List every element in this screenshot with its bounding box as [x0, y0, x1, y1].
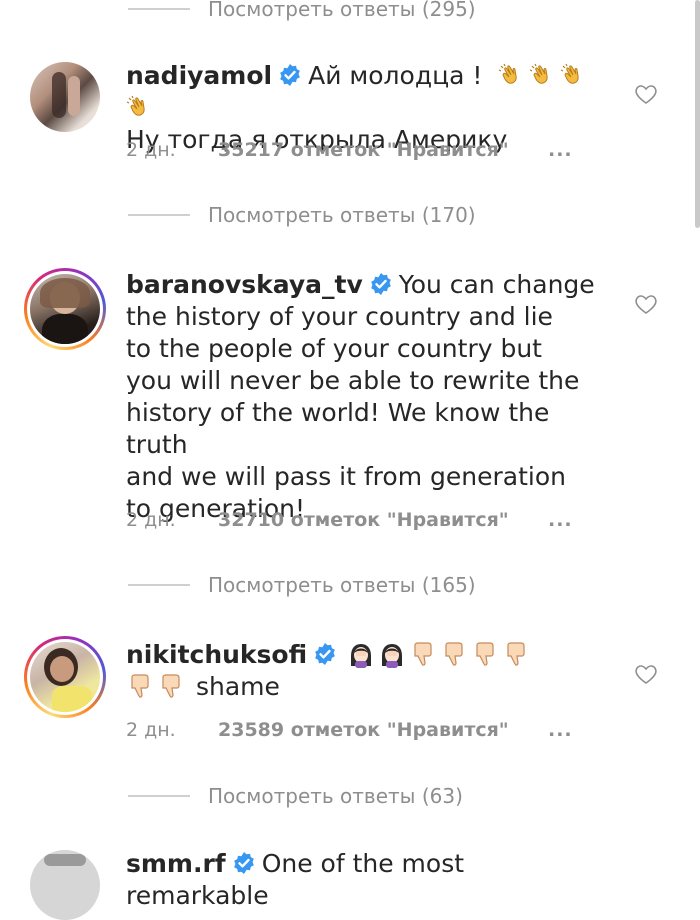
verified-badge-icon: [370, 273, 391, 295]
comment-text-line: Ай молодца !: [308, 61, 483, 90]
view-replies-link[interactable]: Посмотреть ответы (170): [128, 200, 476, 230]
comment-time: 2 дн.: [126, 719, 176, 741]
verified-badge-icon: [280, 64, 300, 86]
comment-meta: 2 дн. 23589 отметок "Нравится" ...: [126, 715, 573, 745]
comment-text-line: You can change: [398, 270, 595, 299]
avatar[interactable]: [30, 850, 100, 920]
comment-text-line: the history of your country and lie: [126, 302, 553, 331]
scrollbar[interactable]: [695, 0, 700, 228]
comment-body: baranovskaya_tv You can change the histor…: [126, 269, 606, 525]
comment-body: smm.rf One of the most remarkable: [126, 848, 606, 912]
comment-meta: 2 дн. 35217 отметок "Нравится" ...: [126, 135, 573, 165]
thumbs-down-icon: [131, 674, 149, 698]
thumbs-down-icon: [162, 674, 180, 698]
comment-body: nikitchuksofi shame: [126, 639, 606, 703]
thumbs-down-icon: [414, 642, 432, 666]
likes-count[interactable]: 35217 отметок "Нравится": [218, 139, 548, 161]
comment-text-line: you will never be able to rewrite the: [126, 366, 580, 395]
comment-text-line: history of the world! We know the truth: [126, 398, 550, 459]
view-replies-link[interactable]: Посмотреть ответы (295): [128, 0, 476, 24]
avatar[interactable]: [24, 268, 106, 350]
likes-count[interactable]: 32710 отметок "Нравится": [218, 509, 548, 531]
clapping-hands-icon: [126, 95, 145, 116]
likes-count[interactable]: 23589 отметок "Нравится": [218, 719, 548, 741]
heart-outline-icon[interactable]: [634, 662, 658, 686]
username[interactable]: nadiyamol: [126, 61, 272, 90]
divider: [128, 795, 190, 797]
more-options-button[interactable]: ...: [548, 139, 573, 161]
clapping-hands-icon: [530, 63, 549, 84]
clapping-hands-icon: [561, 63, 580, 84]
more-options-button[interactable]: ...: [548, 509, 573, 531]
woman-facepalm-icon: [351, 644, 372, 668]
more-options-button[interactable]: ...: [548, 719, 573, 741]
avatar[interactable]: [30, 62, 100, 132]
username[interactable]: baranovskaya_tv: [126, 270, 363, 299]
view-replies-link[interactable]: Посмотреть ответы (63): [128, 781, 463, 811]
comment-meta: 2 дн. 32710 отметок "Нравится" ...: [126, 505, 573, 535]
username[interactable]: nikitchuksofi: [126, 640, 307, 669]
divider: [128, 8, 190, 10]
thumbs-down-icon: [445, 642, 463, 666]
view-replies-link[interactable]: Посмотреть ответы (165): [128, 570, 476, 600]
thumbs-down-icon: [507, 642, 525, 666]
heart-outline-icon[interactable]: [634, 82, 658, 106]
verified-badge-icon: [233, 852, 254, 874]
comment-text-line: and we will pass it from generation: [126, 462, 566, 491]
username[interactable]: smm.rf: [126, 849, 226, 878]
comment-time: 2 дн.: [126, 509, 176, 531]
heart-outline-icon[interactable]: [634, 292, 658, 316]
divider: [128, 584, 190, 586]
view-replies-label: Посмотреть ответы (165): [208, 573, 476, 597]
comment-time: 2 дн.: [126, 139, 176, 161]
comment-text-line: to the people of your country but: [126, 334, 542, 363]
clapping-hands-icon: [499, 63, 518, 84]
view-replies-label: Посмотреть ответы (295): [208, 0, 476, 21]
divider: [128, 214, 190, 216]
view-replies-label: Посмотреть ответы (170): [208, 203, 476, 227]
view-replies-label: Посмотреть ответы (63): [208, 784, 463, 808]
avatar[interactable]: [24, 636, 106, 718]
verified-badge-icon: [315, 643, 335, 665]
thumbs-down-icon: [476, 642, 494, 666]
woman-facepalm-icon: [382, 644, 403, 668]
comment-text-line: shame: [195, 672, 280, 701]
